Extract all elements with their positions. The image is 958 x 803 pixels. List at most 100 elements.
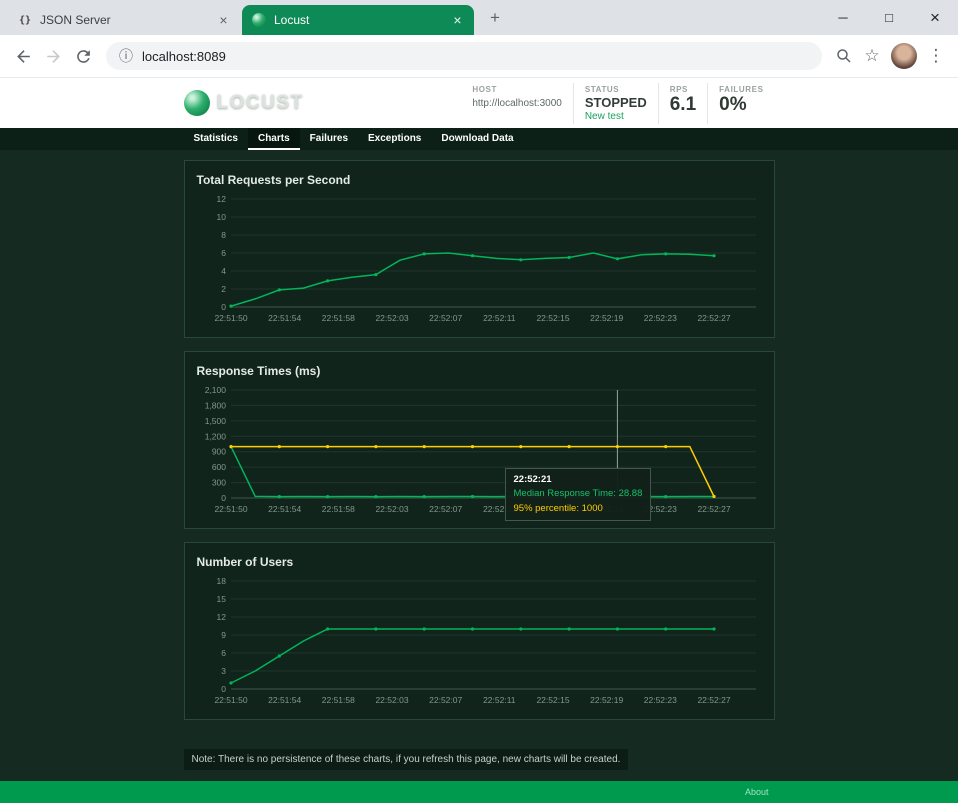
chart-title: Response Times (ms) [196, 364, 321, 378]
svg-text:22:51:54: 22:51:54 [268, 313, 301, 323]
svg-text:300: 300 [211, 478, 225, 488]
svg-text:22:51:50: 22:51:50 [214, 504, 247, 514]
app-nav: Statistics Charts Failures Exceptions Do… [0, 128, 958, 150]
chart-total-rps: Total Requests per Second 0 2 4 6 8 10 12 22:51… [183, 160, 775, 338]
svg-text:22:52:19: 22:52:19 [590, 313, 623, 323]
svg-text:12: 12 [216, 612, 226, 622]
nav-charts[interactable]: Charts [247, 128, 300, 150]
browser-toolbar: ⓘ localhost:8089 ☆ ⋮ [0, 35, 958, 78]
tab-close-icon[interactable]: × [449, 12, 466, 29]
host-value: http://localhost:3000 [472, 97, 562, 109]
tab-json-server[interactable]: {} JSON Server × [8, 5, 240, 35]
rps-box: RPS 6.1 [657, 82, 707, 124]
nav-statistics[interactable]: Statistics [184, 128, 248, 150]
svg-text:22:52:27: 22:52:27 [697, 695, 730, 705]
svg-text:22:51:58: 22:51:58 [321, 313, 354, 323]
svg-text:22:52:11: 22:52:11 [483, 313, 516, 323]
charts-note: Note: There is no persistence of these c… [183, 749, 629, 770]
response-times-chart-canvas[interactable]: 0 300 600 900 1,200 1,500 1,800 2,100 22:51:50 22… [197, 384, 762, 516]
svg-text:0: 0 [221, 302, 226, 312]
status-value: STOPPED [584, 94, 647, 110]
rps-value: 6.1 [669, 93, 697, 115]
rps-label: RPS [669, 84, 688, 94]
svg-text:22:52:03: 22:52:03 [375, 504, 408, 514]
svg-text:22:52:15: 22:52:15 [536, 313, 569, 323]
close-button[interactable]: × [912, 0, 958, 35]
svg-text:900: 900 [211, 447, 225, 457]
host-box: HOST http://localhost:3000 [461, 83, 573, 124]
tooltip-time: 22:52:21 [513, 474, 552, 485]
locust-favicon [252, 13, 266, 27]
failures-box: FAILURES 0% [707, 82, 774, 124]
chart-title: Total Requests per Second [196, 173, 351, 187]
tab-locust[interactable]: Locust × [242, 5, 474, 35]
svg-text:22:51:58: 22:51:58 [321, 695, 354, 705]
svg-text:22:51:54: 22:51:54 [268, 695, 301, 705]
tooltip-p95: 95% percentile: 1000 [513, 502, 603, 514]
host-label: HOST [472, 84, 497, 94]
maximize-button[interactable]: □ [866, 0, 912, 35]
browser-titlebar: {} JSON Server × Locust × + ─ □ × [0, 0, 958, 35]
status-box: STATUS STOPPED New test [572, 82, 658, 124]
menu-icon[interactable]: ⋮ [922, 42, 950, 70]
page-info-icon[interactable]: ⓘ [119, 46, 133, 66]
svg-text:22:52:23: 22:52:23 [643, 313, 676, 323]
svg-text:1,200: 1,200 [204, 431, 226, 441]
footer: About [0, 781, 958, 803]
tab-close-icon[interactable]: × [215, 12, 232, 29]
svg-text:22:52:03: 22:52:03 [375, 313, 408, 323]
bookmark-star-icon[interactable]: ☆ [858, 42, 886, 70]
svg-text:6: 6 [221, 248, 226, 258]
svg-text:22:52:27: 22:52:27 [697, 504, 730, 514]
svg-text:22:52:07: 22:52:07 [429, 695, 462, 705]
svg-text:22:52:11: 22:52:11 [483, 695, 516, 705]
header-stats: HOST http://localhost:3000 STATUS STOPPE… [461, 82, 774, 124]
svg-text:6: 6 [221, 648, 226, 658]
svg-text:22:52:23: 22:52:23 [643, 695, 676, 705]
forward-icon [46, 49, 60, 63]
nav-exceptions[interactable]: Exceptions [358, 128, 431, 150]
nav-download-data[interactable]: Download Data [431, 128, 523, 150]
profile-avatar[interactable] [891, 43, 917, 69]
svg-text:8: 8 [221, 230, 226, 240]
chart-response-times: Response Times (ms) 0 300 600 900 1,200 1,500… [183, 351, 775, 529]
url-text: localhost:8089 [142, 48, 226, 64]
svg-text:22:52:07: 22:52:07 [429, 504, 462, 514]
tab-title: Locust [274, 13, 310, 27]
svg-text:22:52:15: 22:52:15 [536, 695, 569, 705]
svg-text:22:51:54: 22:51:54 [268, 504, 301, 514]
new-tab-button[interactable]: + [482, 5, 508, 31]
users-chart-canvas[interactable]: 0 3 6 9 12 15 18 22:51:50 22:51:54 22:51:58 22:52:… [197, 575, 762, 707]
new-test-link[interactable]: New test [585, 111, 647, 122]
reload-icon [76, 49, 90, 63]
rps-chart-canvas[interactable]: 0 2 4 6 8 10 12 22:51:50 22:51:54 22:51:58 22:52:0… [197, 193, 762, 325]
svg-text:10: 10 [216, 212, 226, 222]
failures-value: 0% [719, 93, 747, 115]
about-link[interactable]: About [745, 787, 769, 797]
forward-button[interactable] [38, 41, 68, 71]
nav-failures[interactable]: Failures [300, 128, 358, 150]
status-label: STATUS [584, 84, 620, 94]
back-button[interactable] [8, 41, 38, 71]
svg-text:18: 18 [216, 576, 226, 586]
svg-text:12: 12 [216, 194, 226, 204]
chart-title: Number of Users [196, 555, 294, 569]
back-icon [16, 49, 30, 63]
svg-text:0: 0 [221, 493, 226, 503]
chart-tooltip: 22:52:21 Median Response Time: 28.88 95%… [504, 468, 652, 521]
chart-num-users: Number of Users 0 3 6 9 12 15 18 22:51:50 22:51:… [183, 542, 775, 720]
minimize-button[interactable]: ─ [820, 0, 866, 35]
locust-logo: LOCUST [183, 90, 304, 116]
svg-text:22:52:07: 22:52:07 [429, 313, 462, 323]
svg-text:22:51:50: 22:51:50 [214, 695, 247, 705]
svg-text:9: 9 [221, 630, 226, 640]
svg-text:22:51:50: 22:51:50 [214, 313, 247, 323]
window-controls: ─ □ × [820, 0, 958, 35]
zoom-icon[interactable] [830, 42, 858, 70]
svg-text:1,500: 1,500 [204, 416, 226, 426]
address-bar[interactable]: ⓘ localhost:8089 [106, 42, 822, 70]
reload-button[interactable] [68, 41, 98, 71]
main-content: Total Requests per Second 0 2 4 6 8 10 12 22:51… [0, 150, 958, 781]
svg-text:0: 0 [221, 684, 226, 694]
svg-text:2: 2 [221, 284, 226, 294]
